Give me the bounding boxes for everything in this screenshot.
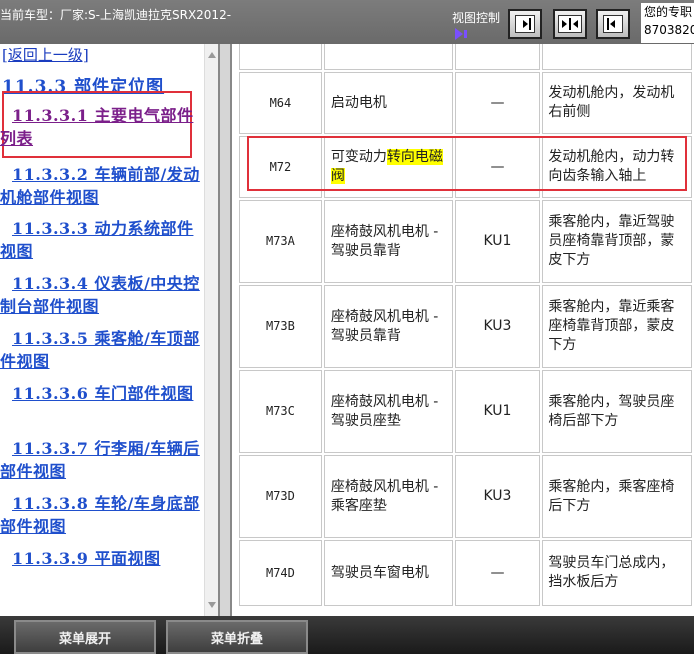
nav-item-wheels-underbody[interactable]: 11.3.3.8 车轮/车身底部部件视图 xyxy=(0,492,200,538)
scroll-up-icon[interactable] xyxy=(208,52,216,58)
cell-connector: — xyxy=(454,540,541,606)
scroll-down-icon[interactable] xyxy=(208,602,216,608)
nav-item-main-electrical-parts[interactable]: 11.3.3.1 主要电气部件列表 xyxy=(0,104,200,150)
bottom-bar: 菜单展开 菜单折叠 xyxy=(0,616,694,654)
view-center-icon xyxy=(558,15,582,33)
cell-code: M73B xyxy=(239,285,322,368)
view-center-button[interactable] xyxy=(553,9,587,39)
pane-divider[interactable] xyxy=(218,44,232,616)
nav-item-trunk-rear[interactable]: 11.3.3.7 行李厢/车辆后部件视图 xyxy=(0,437,200,483)
nav-item-instrument-panel[interactable]: 11.3.3.4 仪表板/中央控制台部件视图 xyxy=(0,272,200,318)
cell-location: 乘客舱内，乘客座椅后下方 xyxy=(542,455,692,538)
current-vehicle-label: 当前车型：厂家:S-上海凯迪拉克SRX2012- xyxy=(0,8,232,22)
table-row: M73A 座椅鼓风机电机 - 驾驶员靠背 KU1 乘客舱内，靠近驾驶员座椅靠背顶… xyxy=(239,200,692,283)
cell-connector: KU1 xyxy=(454,200,541,283)
contact-line-2: 8703820 xyxy=(644,23,694,37)
top-bar: 当前车型：厂家:S-上海凯迪拉克SRX2012- 视图控制 您的专职 87038… xyxy=(0,0,694,44)
cell-code: M64 xyxy=(239,72,322,134)
view-left-icon xyxy=(515,15,535,33)
cell-name: 启动电机 xyxy=(323,72,453,134)
cell-code: M73C xyxy=(239,370,322,453)
cell-code xyxy=(239,44,322,70)
parts-table-pane: M64 启动电机 — 发动机舱内，发动机右前侧 M72 可变动力转向电磁阀 — … xyxy=(232,44,694,616)
cell-connector xyxy=(454,44,541,70)
cell-name: 座椅鼓风机电机 - 驾驶员靠背 xyxy=(323,200,453,283)
table-row: M74D 驾驶员车窗电机 — 驾驶员车门总成内，挡水板后方 xyxy=(239,540,692,606)
nav-item-doors[interactable]: 11.3.3.6 车门部件视图 xyxy=(0,382,200,405)
cell-name: 座椅鼓风机电机 - 乘客座垫 xyxy=(323,455,453,538)
cell-connector: KU3 xyxy=(454,455,541,538)
cell-location: 发动机舱内，动力转向齿条输入轴上 xyxy=(542,136,692,198)
cell-location: 驾驶员车门总成内，挡水板后方 xyxy=(542,540,692,606)
cell-name: 可变动力转向电磁阀 xyxy=(323,136,453,198)
sidebar-scrollbar[interactable] xyxy=(204,44,218,616)
cell-name: 座椅鼓风机电机 - 驾驶员靠背 xyxy=(323,285,453,368)
nav-item-front-engine-bay[interactable]: 11.3.3.2 车辆前部/发动机舱部件视图 xyxy=(0,163,200,209)
view-right-button[interactable] xyxy=(596,9,630,39)
view-right-icon xyxy=(603,15,623,33)
sidebar-nav: [返回上一级] 11.3.3 部件定位图 11.3.3.1 主要电气部件列表 1… xyxy=(0,44,204,616)
table-row: M73B 座椅鼓风机电机 - 驾驶员靠背 KU3 乘客舱内，靠近乘客座椅靠背顶部… xyxy=(239,285,692,368)
cell-connector: KU3 xyxy=(454,285,541,368)
cell-connector: KU1 xyxy=(454,370,541,453)
contact-line-1: 您的专职 xyxy=(644,5,693,19)
contact-info: 您的专职 8703820 xyxy=(641,3,694,43)
cell-name: 驾驶员车窗电机 xyxy=(323,540,453,606)
cell-code: M74D xyxy=(239,540,322,606)
menu-collapse-button[interactable]: 菜单折叠 xyxy=(166,620,308,654)
view-control-label: 视图控制 xyxy=(452,11,501,25)
cell-connector: — xyxy=(454,72,541,134)
table-row: M64 启动电机 — 发动机舱内，发动机右前侧 xyxy=(239,72,692,134)
cell-location: 乘客舱内，驾驶员座椅后部下方 xyxy=(542,370,692,453)
view-left-button[interactable] xyxy=(508,9,542,39)
cell-connector: — xyxy=(454,136,541,198)
table-row: M72 可变动力转向电磁阀 — 发动机舱内，动力转向齿条输入轴上 xyxy=(239,136,692,198)
cell-location: 乘客舱内，靠近乘客座椅靠背顶部，蒙皮下方 xyxy=(542,285,692,368)
table-row xyxy=(239,44,692,70)
cell-name-part: 可变动力 xyxy=(330,149,387,165)
cell-code: M73D xyxy=(239,455,322,538)
parts-table: M64 启动电机 — 发动机舱内，发动机右前侧 M72 可变动力转向电磁阀 — … xyxy=(237,44,694,608)
back-link[interactable]: [返回上一级] xyxy=(2,44,89,65)
cell-code: M73A xyxy=(239,200,322,283)
cell-location: 发动机舱内，发动机右前侧 xyxy=(542,72,692,134)
nav-item-plan-view[interactable]: 11.3.3.9 平面视图 xyxy=(0,547,200,570)
menu-expand-button[interactable]: 菜单展开 xyxy=(14,620,156,654)
cell-name xyxy=(323,44,453,70)
cell-location: 乘客舱内，靠近驾驶员座椅靠背顶部，蒙皮下方 xyxy=(542,200,692,283)
cell-code: M72 xyxy=(239,136,322,198)
table-row: M73C 座椅鼓风机电机 - 驾驶员座垫 KU1 乘客舱内，驾驶员座椅后部下方 xyxy=(239,370,692,453)
cell-location xyxy=(542,44,692,70)
table-row: M73D 座椅鼓风机电机 - 乘客座垫 KU3 乘客舱内，乘客座椅后下方 xyxy=(239,455,692,538)
cell-name: 座椅鼓风机电机 - 驾驶员座垫 xyxy=(323,370,453,453)
view-indicator-icon xyxy=(455,25,469,40)
nav-item-powertrain[interactable]: 11.3.3.3 动力系统部件视图 xyxy=(0,217,200,263)
nav-item-passenger-roof[interactable]: 11.3.3.5 乘客舱/车顶部件视图 xyxy=(0,327,200,373)
